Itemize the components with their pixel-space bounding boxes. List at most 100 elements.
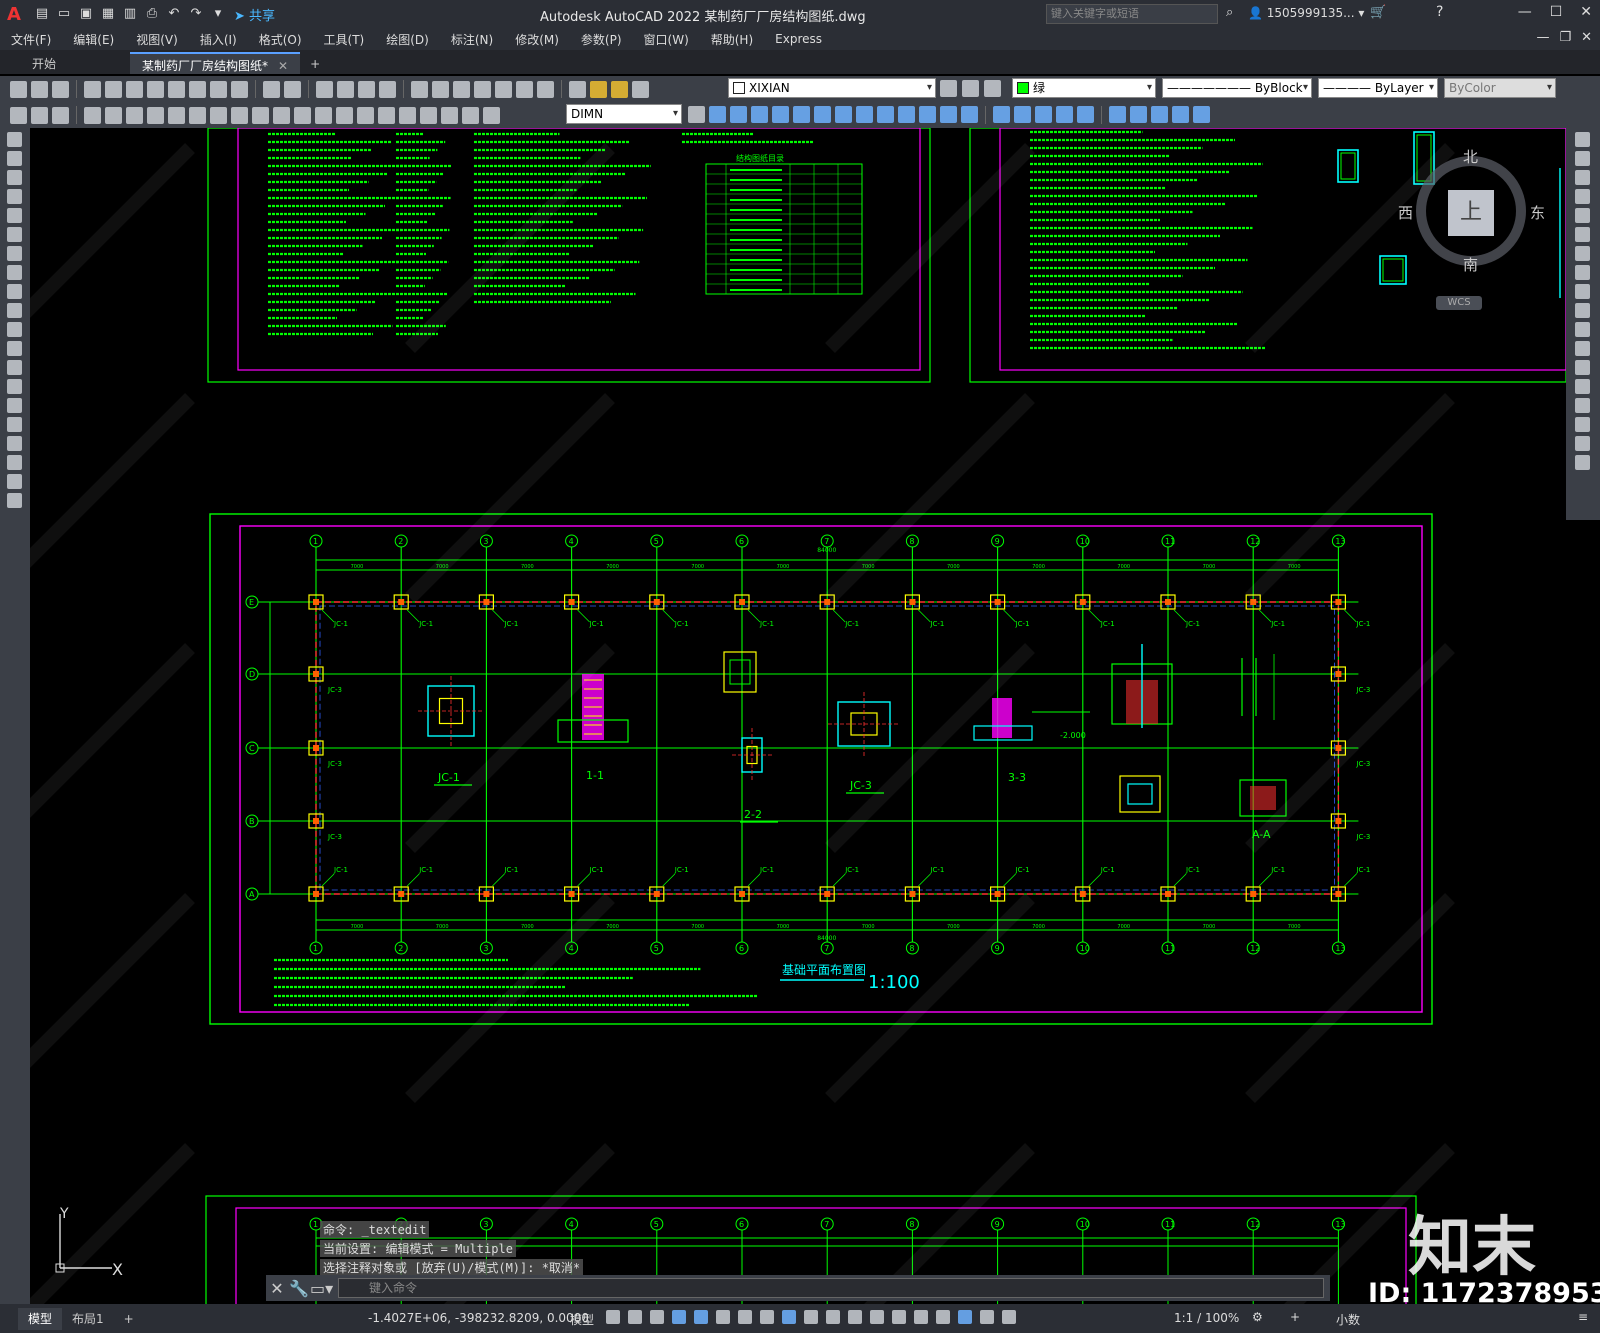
viewcube-east[interactable]: 东 [1530,202,1545,223]
redo-icon[interactable] [284,80,301,98]
dim-linear-icon[interactable] [84,106,101,124]
tab-close-icon[interactable]: ✕ [278,59,288,73]
viewcube-north[interactable]: 北 [1463,146,1478,167]
arc-icon[interactable] [7,227,22,242]
plot-icon[interactable]: ⎙ [144,6,160,22]
color-dropdown[interactable]: 绿 [1012,78,1156,98]
add-layout-button[interactable]: + [114,1312,144,1326]
jogged-linear-icon[interactable] [420,106,437,124]
doc-close-icon[interactable]: ✕ [1581,30,1592,45]
copy-object-icon[interactable] [1575,151,1590,166]
polar-icon[interactable] [716,1310,730,1324]
command-input[interactable]: 键入命令 [338,1278,1324,1298]
mirror-icon[interactable] [1575,170,1590,185]
save-icon[interactable] [52,80,69,98]
revcloud-icon[interactable] [7,265,22,280]
text-front-icon[interactable] [793,106,810,123]
zoom-window-icon[interactable] [358,80,375,98]
blend-icon[interactable] [1575,436,1590,451]
region-icon[interactable] [7,436,22,451]
group-bbox-icon[interactable] [961,106,978,123]
line-icon[interactable] [7,132,22,147]
wcs-menu[interactable]: WCS [1436,296,1482,310]
new-icon[interactable]: ▤ [34,6,50,22]
dimtedit-icon[interactable] [462,106,479,124]
matchprop-icon[interactable] [210,80,227,98]
pan-icon[interactable] [316,80,333,98]
dimstyle-manager-icon[interactable] [688,106,705,123]
search-icon[interactable]: ⌕ [1226,5,1233,20]
help-search-input[interactable]: 键入关键字或短语 [1046,4,1218,24]
menu-view[interactable]: 视图(V) [125,31,189,48]
tab-layout1[interactable]: 布局1 [62,1310,114,1327]
circle-icon[interactable] [7,246,22,261]
scale-icon[interactable] [1575,265,1590,280]
make-block-icon[interactable] [7,360,22,375]
open-icon[interactable]: ▭ [56,6,72,22]
menu-insert[interactable]: 插入(I) [189,31,248,48]
ortho-icon[interactable] [694,1310,708,1324]
saveas-icon[interactable]: ▦ [100,6,116,22]
leaders-front-icon[interactable] [835,106,852,123]
help-icon[interactable]: ? [1436,4,1443,20]
explode-icon[interactable] [1575,455,1590,470]
mtext-icon[interactable] [7,474,22,489]
share-button[interactable]: ➤ 共享 [234,5,275,24]
viewcube[interactable]: 上 北 南 东 西 WCS [1396,140,1546,310]
dimstyle-dropdown[interactable]: DIMN [566,104,682,124]
group-select-icon[interactable] [940,106,957,123]
insert-block-icon[interactable] [7,341,22,356]
3d-osnap-icon[interactable] [870,1310,884,1324]
break-icon[interactable] [1575,360,1590,375]
tool-palettes-icon[interactable] [453,80,470,98]
refadd-icon[interactable] [1014,106,1031,123]
viewcube-west[interactable]: 西 [1398,202,1413,223]
user-account[interactable]: 👤 1505999135... ▾ [1248,6,1364,20]
dim-arc-icon[interactable] [126,106,143,124]
save-icon[interactable]: ▣ [78,6,94,22]
transparency-icon[interactable] [826,1310,840,1324]
new-icon[interactable] [10,80,27,98]
spline-icon[interactable] [7,284,22,299]
menu-file[interactable]: 文件(F) [0,31,62,48]
lineweight-dropdown[interactable]: ———— ByLayer [1318,78,1438,98]
snap-icon[interactable] [628,1310,642,1324]
refremove-icon[interactable] [1035,106,1052,123]
polygon-icon[interactable] [7,189,22,204]
dim-break-icon[interactable] [336,106,353,124]
cut-icon[interactable] [147,80,164,98]
copy-icon[interactable] [168,80,185,98]
draworder-above-icon[interactable] [751,106,768,123]
menu-edit[interactable]: 编辑(E) [62,31,125,48]
undo-icon[interactable] [263,80,280,98]
gizmo-icon[interactable] [936,1310,950,1324]
gradient-icon[interactable] [7,417,22,432]
refclose-icon[interactable] [1077,106,1094,123]
dynamic-input-icon[interactable] [672,1310,686,1324]
layer-states-icon[interactable] [962,80,979,97]
tab-model[interactable]: 模型 [18,1307,63,1330]
group-icon[interactable] [877,106,894,123]
menu-express[interactable]: Express [764,32,833,46]
xclipframe-icon[interactable] [1151,106,1168,123]
image-icon[interactable] [1193,106,1210,123]
menu-dimension[interactable]: 标注(N) [440,31,504,48]
sheetset-icon[interactable] [474,80,491,98]
point-icon[interactable] [7,379,22,394]
tolerance-icon[interactable] [357,106,374,124]
stretch-icon[interactable] [1575,284,1590,299]
close-icon[interactable]: ✕ [1580,4,1592,20]
undo-icon[interactable]: ↶ [166,6,182,22]
attach-icon[interactable] [1172,106,1189,123]
customize-command-icon[interactable]: 🔧 [288,1279,310,1298]
ellipse-icon[interactable] [7,303,22,318]
layer-properties-icon[interactable] [569,80,586,98]
table-icon[interactable] [7,455,22,470]
doc-restore-icon[interactable]: ❐ [1559,30,1571,45]
dim-update-icon[interactable] [483,106,500,124]
ellipse-arc-icon[interactable] [7,322,22,337]
publish-icon[interactable] [126,80,143,98]
trim-icon[interactable] [1575,303,1590,318]
hatch-icon[interactable] [7,398,22,413]
markup-icon[interactable] [495,80,512,98]
